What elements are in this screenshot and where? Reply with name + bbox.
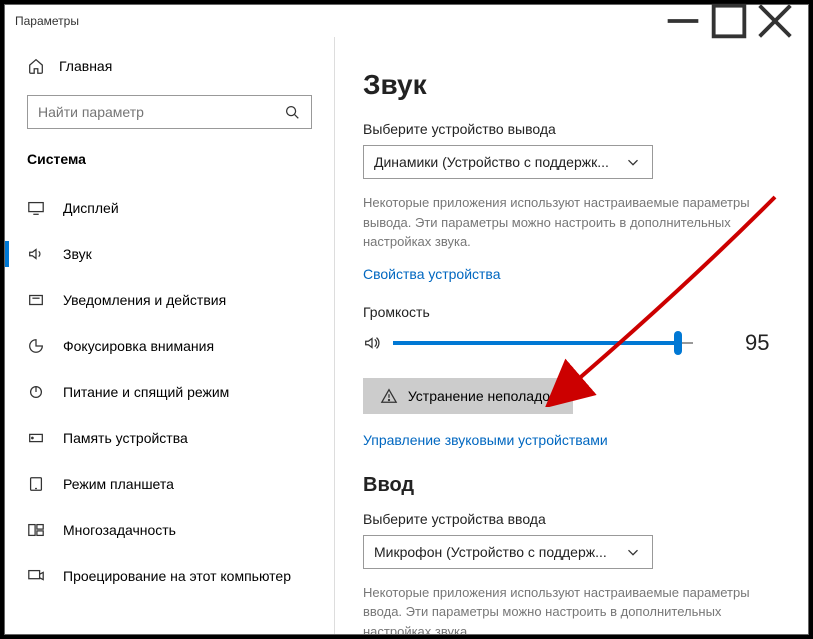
nav-label: Режим планшета xyxy=(63,476,174,492)
nav-sound[interactable]: Звук xyxy=(5,231,334,277)
volume-icon xyxy=(363,334,381,352)
output-label: Выберите устройство вывода xyxy=(363,121,780,137)
nav-label: Дисплей xyxy=(63,200,119,216)
troubleshoot-label: Устранение неполадок xyxy=(408,388,556,404)
maximize-button[interactable] xyxy=(706,5,752,37)
troubleshoot-button[interactable]: Устранение неполадок xyxy=(363,378,573,414)
volume-label: Громкость xyxy=(363,304,780,320)
nav-projecting[interactable]: Проецирование на этот компьютер xyxy=(5,553,334,599)
power-icon xyxy=(27,383,45,401)
output-device-value: Динамики (Устройство с поддержк... xyxy=(374,154,609,170)
settings-window: Параметры Главная Система Дисплей xyxy=(4,4,809,635)
storage-icon xyxy=(27,429,45,447)
nav-storage[interactable]: Память устройства xyxy=(5,415,334,461)
minimize-button[interactable] xyxy=(660,5,706,37)
input-device-value: Микрофон (Устройство с поддерж... xyxy=(374,544,607,560)
nav-label: Проецирование на этот компьютер xyxy=(63,568,291,584)
volume-value: 95 xyxy=(745,330,769,356)
window-title: Параметры xyxy=(15,14,79,28)
input-label: Выберите устройства ввода xyxy=(363,511,780,527)
page-heading: Звук xyxy=(363,69,780,101)
home-link[interactable]: Главная xyxy=(5,49,334,83)
tablet-icon xyxy=(27,475,45,493)
device-properties-link[interactable]: Свойства устройства xyxy=(363,266,501,282)
chevron-down-icon xyxy=(624,153,642,171)
input-description: Некоторые приложения используют настраив… xyxy=(363,583,780,635)
notifications-icon xyxy=(27,291,45,309)
nav-list: Дисплей Звук Уведомления и действия Фоку… xyxy=(5,185,334,599)
nav-label: Фокусировка внимания xyxy=(63,338,214,354)
nav-label: Питание и спящий режим xyxy=(63,384,229,400)
nav-label: Звук xyxy=(63,246,92,262)
nav-notifications[interactable]: Уведомления и действия xyxy=(5,277,334,323)
nav-label: Многозадачность xyxy=(63,522,176,538)
search-icon xyxy=(283,103,301,121)
titlebar: Параметры xyxy=(5,5,808,37)
multitask-icon xyxy=(27,521,45,539)
sidebar: Главная Система Дисплей Звук Уведомлени xyxy=(5,37,335,634)
warning-icon xyxy=(380,387,398,405)
nav-display[interactable]: Дисплей xyxy=(5,185,334,231)
input-heading: Ввод xyxy=(363,474,780,497)
search-input[interactable] xyxy=(38,104,283,120)
nav-focus[interactable]: Фокусировка внимания xyxy=(5,323,334,369)
nav-power[interactable]: Питание и спящий режим xyxy=(5,369,334,415)
search-box[interactable] xyxy=(27,95,312,129)
manage-devices-link[interactable]: Управление звуковыми устройствами xyxy=(363,432,608,448)
nav-label: Уведомления и действия xyxy=(63,292,226,308)
volume-slider[interactable] xyxy=(393,331,693,355)
home-icon xyxy=(27,57,45,75)
home-label: Главная xyxy=(59,58,112,74)
projecting-icon xyxy=(27,567,45,585)
output-description: Некоторые приложения используют настраив… xyxy=(363,193,780,252)
content-pane: Звук Выберите устройство вывода Динамики… xyxy=(335,37,808,634)
sound-icon xyxy=(27,245,45,263)
focus-icon xyxy=(27,337,45,355)
nav-label: Память устройства xyxy=(63,430,188,446)
close-button[interactable] xyxy=(752,5,798,37)
display-icon xyxy=(27,199,45,217)
nav-multitask[interactable]: Многозадачность xyxy=(5,507,334,553)
nav-tablet[interactable]: Режим планшета xyxy=(5,461,334,507)
category-heading: Система xyxy=(5,145,334,179)
output-device-dropdown[interactable]: Динамики (Устройство с поддержк... xyxy=(363,145,653,179)
chevron-down-icon xyxy=(624,543,642,561)
input-device-dropdown[interactable]: Микрофон (Устройство с поддерж... xyxy=(363,535,653,569)
